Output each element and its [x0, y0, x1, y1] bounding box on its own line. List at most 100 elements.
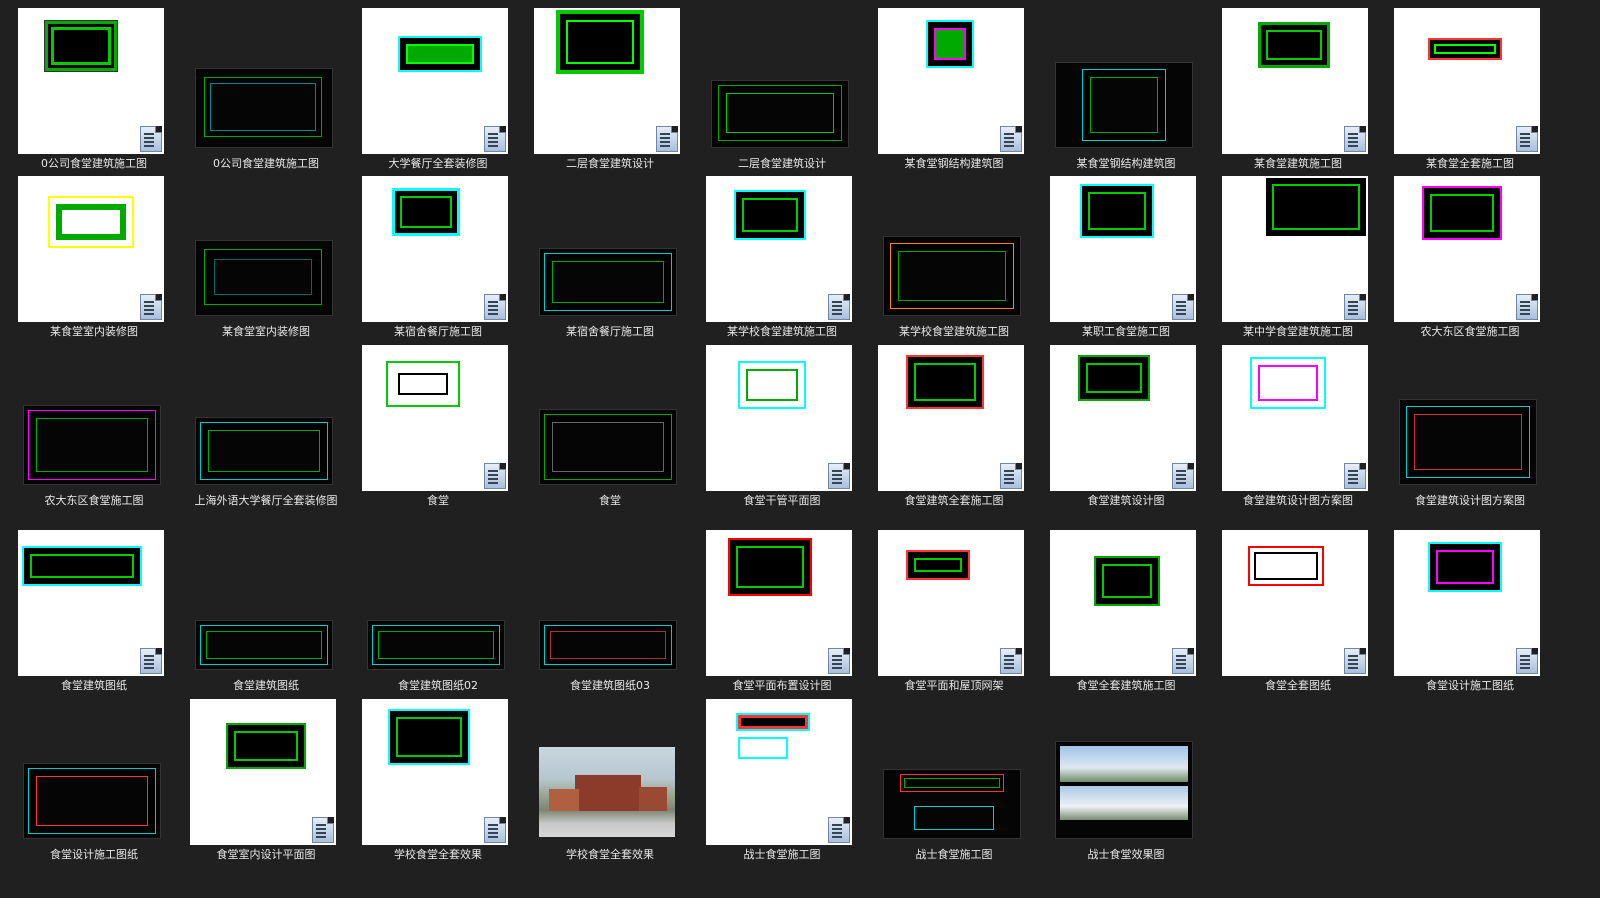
thumbnail [539, 747, 675, 837]
thumbnail [706, 699, 852, 845]
thumbnail [878, 345, 1024, 491]
file-item[interactable]: 某宿舍餐厅施工图 [354, 176, 522, 341]
file-item[interactable]: 0公司食堂建筑施工图 [182, 8, 350, 173]
file-item[interactable]: 食堂建筑全套施工图 [870, 345, 1038, 525]
file-label: 食堂建筑设计图方案图 [1415, 494, 1525, 507]
file-grid: 0公司食堂建筑施工图 0公司食堂建筑施工图 大学餐厅全套装修图 二层食堂建筑设计… [0, 0, 1600, 898]
document-icon [484, 126, 506, 152]
file-item[interactable]: 某宿舍餐厅施工图 [526, 176, 694, 341]
file-item[interactable]: 食堂设计施工图纸 [1386, 530, 1554, 695]
file-item[interactable]: 某学校食堂建筑施工图 [870, 176, 1038, 341]
file-label: 二层食堂建筑设计 [566, 157, 654, 170]
file-item[interactable]: 大学餐厅全套装修图 [354, 8, 522, 173]
file-label: 大学餐厅全套装修图 [388, 157, 488, 170]
file-label: 某宿舍餐厅施工图 [566, 325, 654, 338]
document-icon [1516, 648, 1538, 674]
file-item[interactable]: 食堂 [354, 345, 522, 525]
document-icon [1344, 648, 1366, 674]
document-icon [1172, 648, 1194, 674]
file-item[interactable]: 食堂建筑设计图方案图 [1386, 345, 1554, 525]
file-item[interactable]: 战士食堂施工图 [698, 699, 866, 864]
thumbnail [23, 763, 161, 839]
document-icon [828, 817, 850, 843]
file-item[interactable]: 食堂平面布置设计图 [698, 530, 866, 695]
file-item[interactable]: 食堂平面和屋顶网架 [870, 530, 1038, 695]
document-icon [1516, 126, 1538, 152]
file-label: 某职工食堂施工图 [1082, 325, 1170, 338]
file-item[interactable]: 战士食堂效果图 [1042, 699, 1210, 864]
file-item[interactable]: 农大东区食堂施工图 [10, 345, 178, 525]
file-item[interactable]: 某职工食堂施工图 [1042, 176, 1210, 341]
thumbnail [539, 620, 677, 670]
file-item[interactable]: 食堂设计施工图纸 [10, 699, 178, 864]
file-label: 某食堂室内装修图 [222, 325, 310, 338]
thumbnail [1394, 530, 1540, 676]
file-item[interactable]: 某食堂室内装修图 [182, 176, 350, 341]
document-icon [1516, 294, 1538, 320]
file-label: 食堂建筑设计图方案图 [1243, 494, 1353, 507]
thumbnail [1050, 176, 1196, 322]
file-item[interactable]: 上海外语大学餐厅全套装修图 [182, 345, 350, 525]
file-item[interactable]: 某食堂钢结构建筑图 [870, 8, 1038, 173]
thumbnail [1394, 8, 1540, 154]
file-item[interactable]: 某食堂钢结构建筑图 [1042, 8, 1210, 173]
file-label: 学校食堂全套效果 [566, 848, 654, 861]
document-icon [1344, 126, 1366, 152]
file-item[interactable]: 食堂建筑图纸03 [526, 530, 694, 695]
thumbnail [367, 620, 505, 670]
document-icon [1344, 294, 1366, 320]
file-item[interactable]: 0公司食堂建筑施工图 [10, 8, 178, 173]
document-icon [484, 817, 506, 843]
file-item[interactable]: 食堂建筑设计图方案图 [1214, 345, 1382, 525]
file-item[interactable]: 食堂建筑图纸02 [354, 530, 522, 695]
file-label: 战士食堂效果图 [1087, 848, 1165, 861]
file-label: 食堂全套建筑施工图 [1076, 679, 1176, 692]
file-label: 某中学食堂建筑施工图 [1243, 325, 1353, 338]
file-item[interactable]: 某食堂建筑施工图 [1214, 8, 1382, 173]
file-label: 食堂建筑图纸 [61, 679, 127, 692]
file-item[interactable]: 学校食堂全套效果 [526, 699, 694, 864]
document-icon [484, 294, 506, 320]
thumbnail [362, 699, 508, 845]
file-item[interactable]: 食堂干管平面图 [698, 345, 866, 525]
thumbnail [706, 530, 852, 676]
file-item[interactable]: 食堂室内设计平面图 [182, 699, 350, 864]
file-item[interactable]: 二层食堂建筑设计 [698, 8, 866, 173]
document-icon [828, 294, 850, 320]
file-item[interactable]: 某食堂室内装修图 [10, 176, 178, 341]
document-icon [656, 126, 678, 152]
file-item[interactable]: 战士食堂施工图 [870, 699, 1038, 864]
file-item[interactable]: 农大东区食堂施工图 [1386, 176, 1554, 341]
file-item[interactable]: 某食堂全套施工图 [1386, 8, 1554, 173]
thumbnail [539, 248, 677, 316]
file-label: 上海外语大学餐厅全套装修图 [194, 494, 338, 507]
thumbnail [195, 240, 333, 316]
file-label: 食堂干管平面图 [743, 494, 821, 507]
thumbnail [195, 417, 333, 485]
file-item[interactable]: 学校食堂全套效果 [354, 699, 522, 864]
document-icon [1000, 648, 1022, 674]
file-item[interactable]: 食堂建筑设计图 [1042, 345, 1210, 525]
file-item[interactable]: 食堂建筑图纸 [10, 530, 178, 695]
file-label: 食堂建筑图纸02 [398, 679, 478, 692]
document-icon [140, 294, 162, 320]
file-label: 食堂室内设计平面图 [216, 848, 316, 861]
file-item[interactable]: 食堂建筑图纸 [182, 530, 350, 695]
file-label: 食堂平面布置设计图 [732, 679, 832, 692]
file-item[interactable]: 某中学食堂建筑施工图 [1214, 176, 1382, 341]
thumbnail [1222, 345, 1368, 491]
document-icon [484, 463, 506, 489]
file-label: 某食堂钢结构建筑图 [904, 157, 1004, 170]
file-item[interactable]: 某学校食堂建筑施工图 [698, 176, 866, 341]
file-item[interactable]: 食堂全套图纸 [1214, 530, 1382, 695]
document-icon [312, 817, 334, 843]
file-item[interactable]: 食堂 [526, 345, 694, 525]
thumbnail [539, 409, 677, 485]
file-item[interactable]: 食堂全套建筑施工图 [1042, 530, 1210, 695]
document-icon [1172, 463, 1194, 489]
file-label: 0公司食堂建筑施工图 [213, 157, 319, 170]
thumbnail [1399, 399, 1537, 485]
file-label: 食堂平面和屋顶网架 [904, 679, 1004, 692]
file-item[interactable]: 二层食堂建筑设计 [526, 8, 694, 173]
document-icon [828, 648, 850, 674]
